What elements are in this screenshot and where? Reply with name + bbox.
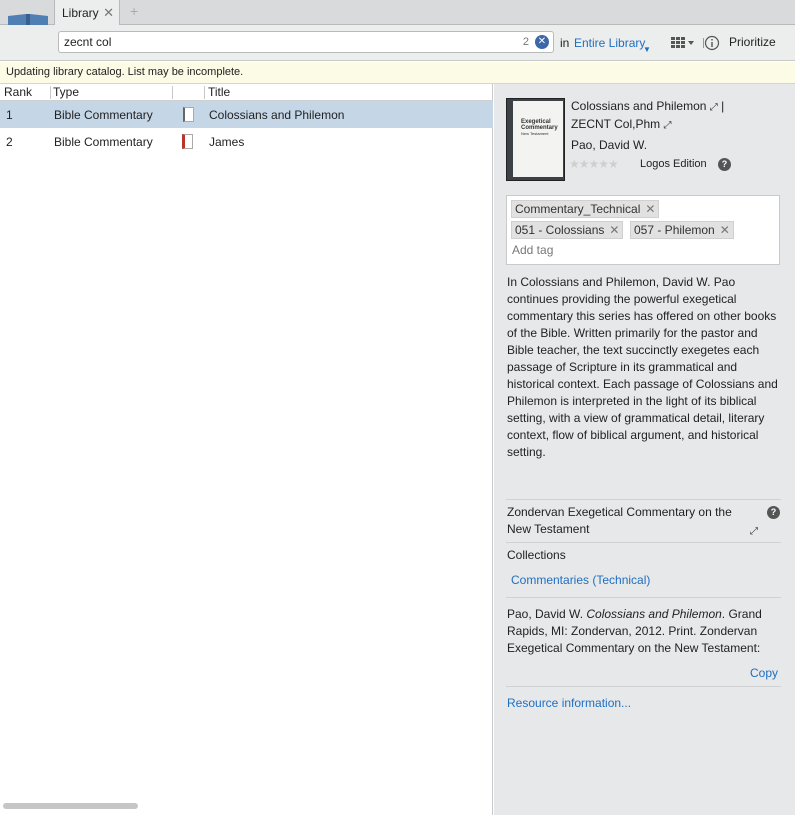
copy-button[interactable]: Copy bbox=[750, 666, 778, 680]
citation: Pao, David W. Colossians and Philemon. G… bbox=[507, 607, 762, 655]
view-grid-icon[interactable] bbox=[670, 35, 696, 51]
tag-chip[interactable]: 057 - Philemon ✕ bbox=[630, 221, 734, 239]
cover-page: Exegetical Commentary New Testament bbox=[513, 101, 563, 177]
tag-chip[interactable]: 051 - Colossians ✕ bbox=[511, 221, 624, 239]
collections-label: Collections bbox=[507, 548, 566, 562]
table-row[interactable]: 1 Bible Commentary Colossians and Philem… bbox=[0, 101, 493, 128]
edition-label: Logos Edition bbox=[640, 158, 707, 170]
chevron-down-icon[interactable]: ▼ bbox=[643, 45, 651, 54]
details-pane: Exegetical Commentary New Testament Colo… bbox=[494, 84, 795, 815]
title-text: Colossians and Philemon bbox=[571, 99, 707, 113]
prioritize-button[interactable]: Prioritize bbox=[729, 35, 776, 49]
table-header: Rank Type Title bbox=[0, 84, 493, 101]
help-icon[interactable]: ? bbox=[718, 158, 731, 171]
cover-text: Exegetical Commentary New Testament bbox=[521, 119, 558, 136]
remove-tag-icon[interactable]: ✕ bbox=[609, 223, 619, 237]
column-divider[interactable] bbox=[50, 86, 51, 99]
book-icon bbox=[182, 134, 193, 149]
title-bar: Library ✕ + bbox=[0, 0, 795, 56]
author: Pao, David W. bbox=[571, 138, 648, 152]
row-title: Colossians and Philemon bbox=[209, 108, 345, 122]
column-rank[interactable]: Rank bbox=[4, 85, 32, 99]
resource-information-link[interactable]: Resource information... bbox=[507, 696, 631, 710]
new-tab-icon[interactable]: + bbox=[130, 3, 138, 19]
clear-search-icon[interactable]: ✕ bbox=[535, 35, 549, 49]
row-type: Bible Commentary bbox=[54, 135, 153, 149]
results-pane: Rank Type Title 1 Bible Commentary Colos… bbox=[0, 84, 493, 815]
edit-icon[interactable]: ⤢ bbox=[710, 102, 718, 113]
edit-icon[interactable]: ⤢ bbox=[663, 120, 671, 131]
remove-tag-icon[interactable]: ✕ bbox=[720, 223, 730, 237]
table-row[interactable]: 2 Bible Commentary James bbox=[0, 128, 493, 155]
divider bbox=[506, 542, 781, 543]
description: In Colossians and Philemon, David W. Pao… bbox=[507, 275, 778, 459]
abbrev-text: ZECNT Col,Phm bbox=[571, 117, 661, 131]
column-divider[interactable] bbox=[204, 86, 205, 99]
book-cover[interactable]: Exegetical Commentary New Testament bbox=[506, 98, 565, 181]
toolbar: zecnt col 2 ✕ in Entire Library ▼ Priori… bbox=[0, 25, 795, 61]
horizontal-scrollbar[interactable] bbox=[3, 803, 138, 809]
search-value: zecnt col bbox=[64, 35, 112, 49]
divider bbox=[506, 499, 781, 500]
update-notice: Updating library catalog. List may be in… bbox=[0, 62, 795, 84]
rating-stars[interactable]: ★★★★★ bbox=[569, 157, 619, 171]
tag-box[interactable]: Commentary_Technical ✕ 051 - Colossians ✕ … bbox=[506, 195, 780, 265]
row-rank: 1 bbox=[6, 108, 13, 122]
info-icon[interactable] bbox=[702, 35, 722, 51]
book-icon bbox=[183, 107, 194, 122]
row-title: James bbox=[209, 135, 245, 149]
result-count: 2 bbox=[522, 36, 529, 48]
scope-dropdown[interactable]: Entire Library bbox=[574, 36, 645, 50]
search-input[interactable]: zecnt col 2 ✕ bbox=[58, 31, 554, 53]
collection-link[interactable]: Commentaries (Technical) bbox=[511, 573, 650, 587]
row-rank: 2 bbox=[6, 135, 13, 149]
row-type: Bible Commentary bbox=[54, 108, 153, 122]
column-title[interactable]: Title bbox=[208, 85, 230, 99]
divider bbox=[506, 597, 781, 598]
column-type[interactable]: Type bbox=[53, 85, 79, 99]
add-tag-input[interactable]: Add tag bbox=[512, 243, 553, 257]
edit-icon[interactable]: ⤢ bbox=[750, 526, 758, 537]
help-icon[interactable]: ? bbox=[767, 506, 780, 519]
remove-tag-icon[interactable]: ✕ bbox=[645, 202, 655, 216]
close-tab-icon[interactable]: ✕ bbox=[103, 5, 114, 21]
scope-prefix: in bbox=[560, 36, 570, 50]
divider bbox=[506, 686, 781, 687]
tab-library-label: Library bbox=[62, 6, 99, 20]
resource-title: Colossians and Philemon ⤢ | ZECNT Col,Ph… bbox=[571, 99, 725, 131]
column-divider[interactable] bbox=[172, 86, 173, 99]
tab-library[interactable]: Library ✕ bbox=[54, 0, 120, 26]
tag-chip[interactable]: Commentary_Technical ✕ bbox=[511, 200, 660, 218]
series-link[interactable]: Zondervan Exegetical Commentary on the N… bbox=[507, 504, 752, 538]
